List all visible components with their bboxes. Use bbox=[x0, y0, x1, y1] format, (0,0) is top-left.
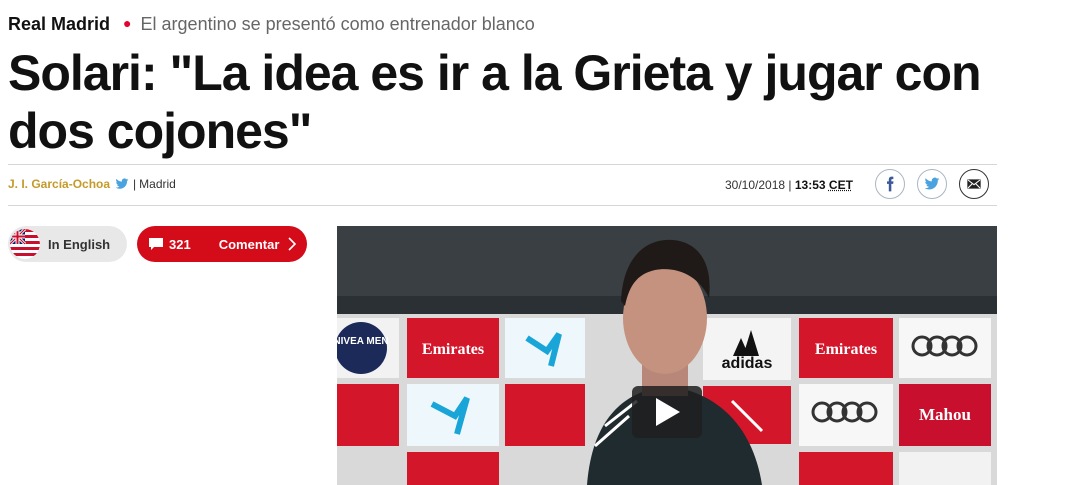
bullet-dot-icon: ● bbox=[123, 15, 132, 31]
byline: J. I. García-Ochoa | Madrid bbox=[8, 177, 176, 191]
author-twitter-icon[interactable] bbox=[115, 177, 129, 191]
publish-datetime: 30/10/2018 | 13:53 CET bbox=[725, 178, 853, 192]
comment-bubble-icon bbox=[149, 238, 163, 250]
english-label: In English bbox=[48, 236, 111, 252]
divider-top bbox=[8, 164, 997, 165]
chevron-right-icon bbox=[288, 237, 297, 251]
play-button[interactable] bbox=[632, 386, 702, 438]
datetime-separator: | bbox=[788, 178, 792, 192]
subtitle: El argentino se presentó como entrenador… bbox=[140, 14, 535, 34]
byline-separator: | bbox=[133, 177, 137, 191]
divider-bottom bbox=[8, 205, 997, 206]
facebook-icon bbox=[887, 176, 894, 192]
section-link[interactable]: Real Madrid bbox=[8, 14, 110, 34]
publish-timezone: CET bbox=[828, 178, 853, 192]
twitter-icon bbox=[924, 177, 940, 190]
publish-time: 13:53 bbox=[794, 178, 826, 192]
publish-date: 30/10/2018 bbox=[725, 178, 786, 192]
sponsor-board: NIVEA MEN bbox=[337, 336, 389, 347]
author-link[interactable]: J. I. García-Ochoa bbox=[8, 177, 110, 191]
byline-location: Madrid bbox=[139, 177, 176, 191]
share-facebook-button[interactable] bbox=[875, 169, 905, 199]
article-kicker: Real Madrid ● El argentino se presentó c… bbox=[8, 14, 535, 35]
sponsor-board: Emirates bbox=[815, 341, 877, 358]
video-player[interactable]: NIVEA MEN Emirates adidas Emirates Mahou bbox=[337, 226, 997, 485]
comment-label: Comentar bbox=[218, 236, 280, 252]
sponsor-board: Mahou bbox=[919, 405, 971, 424]
article-headline: Solari: "La idea es ir a la Grieta y jug… bbox=[8, 45, 982, 159]
sponsor-board: adidas bbox=[722, 355, 773, 372]
comment-button[interactable]: 321 Comentar bbox=[137, 226, 307, 262]
us-uk-flag-icon bbox=[10, 229, 40, 259]
video-thumbnail: NIVEA MEN Emirates adidas Emirates Mahou bbox=[337, 226, 997, 485]
play-icon bbox=[656, 398, 680, 426]
share-email-button[interactable] bbox=[959, 169, 989, 199]
email-icon bbox=[967, 179, 981, 189]
english-version-button[interactable]: In English bbox=[8, 226, 127, 262]
sponsor-board: Emirates bbox=[422, 341, 484, 358]
comment-count: 321 bbox=[169, 236, 191, 252]
share-twitter-button[interactable] bbox=[917, 169, 947, 199]
